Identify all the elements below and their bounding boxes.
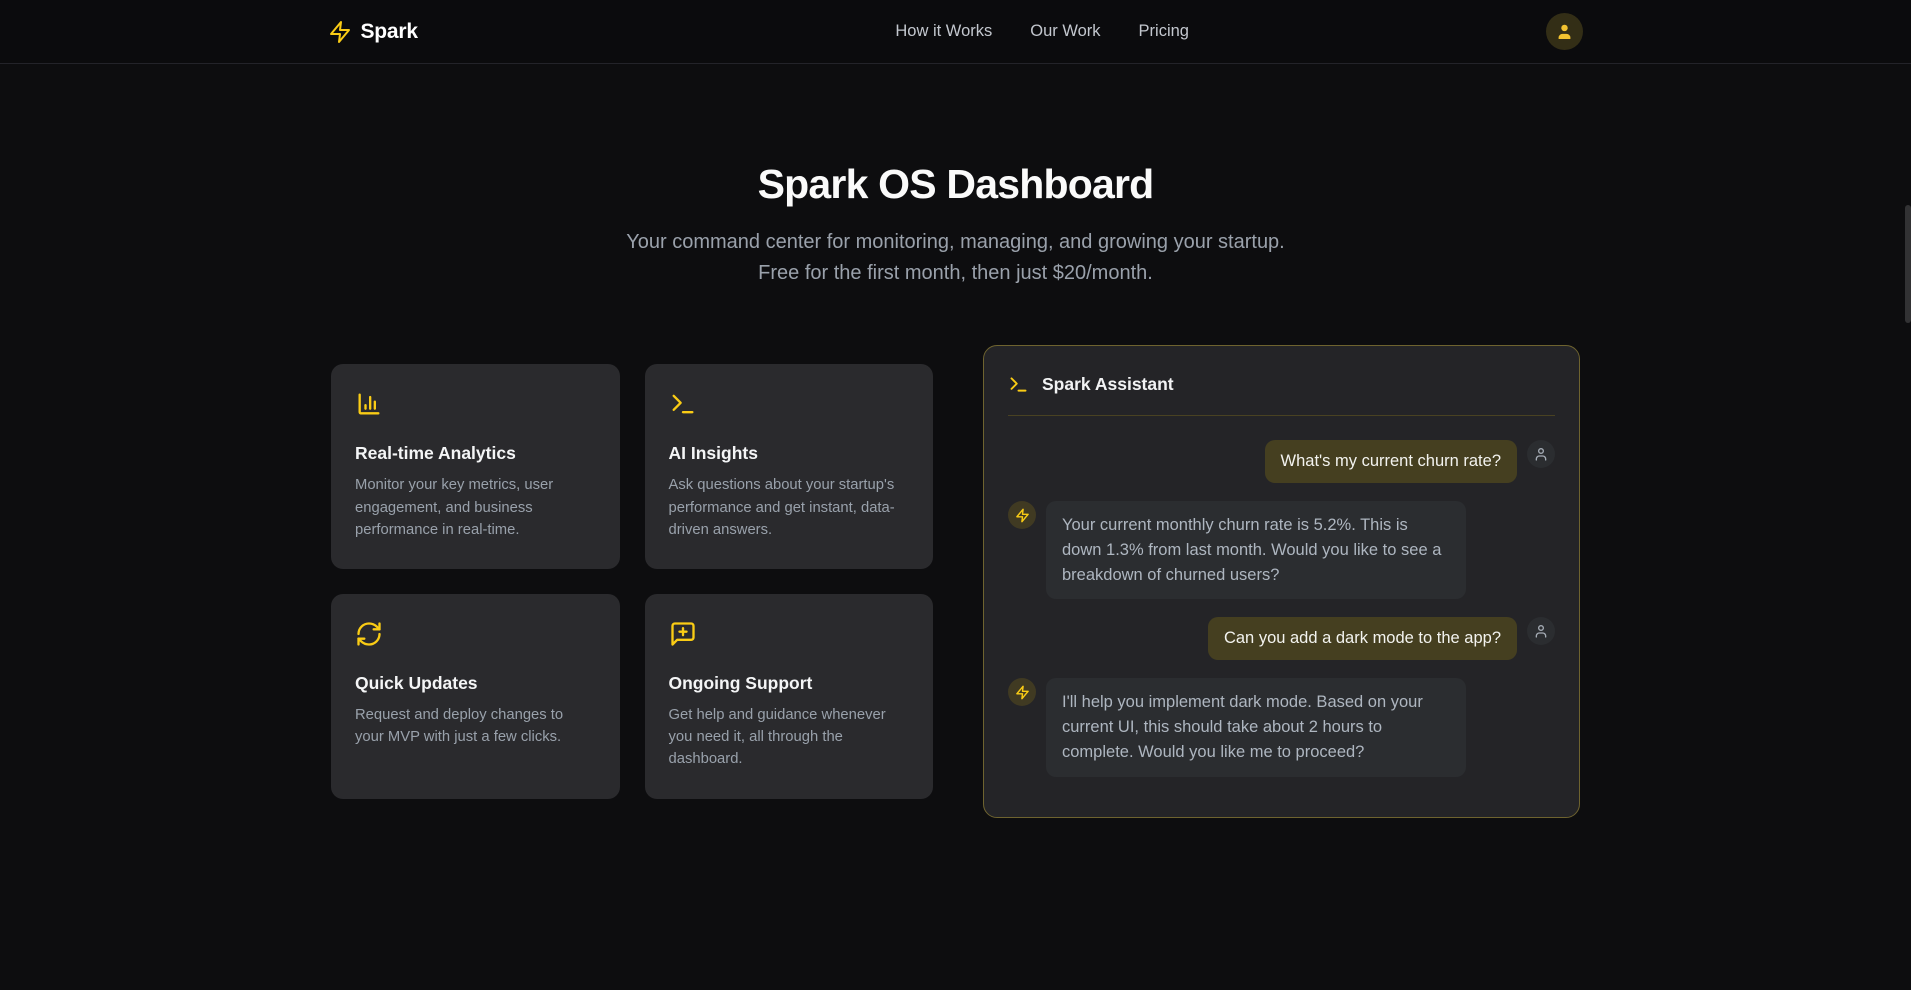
feature-card-quick-updates: Quick Updates Request and deploy changes… — [331, 594, 620, 799]
feature-card-description: Ask questions about your startup's perfo… — [669, 474, 910, 541]
page-subtitle: Your command center for monitoring, mana… — [611, 227, 1301, 289]
assistant-avatar — [1008, 501, 1036, 529]
spark-assistant-panel: Spark Assistant What's my current churn … — [983, 345, 1580, 818]
assistant-message-bubble: I'll help you implement dark mode. Based… — [1046, 678, 1466, 776]
feature-card-title: Ongoing Support — [669, 673, 910, 694]
feature-card-title: Real-time Analytics — [355, 443, 596, 464]
feature-card-ai-insights: AI Insights Ask questions about your sta… — [645, 364, 934, 569]
feature-card-title: Quick Updates — [355, 673, 596, 694]
assistant-message-bubble: Your current monthly churn rate is 5.2%.… — [1046, 501, 1466, 599]
nav-link-pricing[interactable]: Pricing — [1139, 22, 1189, 41]
brand-logo[interactable]: Spark — [328, 20, 418, 44]
feature-card-description: Request and deploy changes to your MVP w… — [355, 704, 596, 748]
assistant-panel-title: Spark Assistant — [1042, 374, 1174, 395]
terminal-icon — [1008, 374, 1029, 395]
chat-message-user: What's my current churn rate? — [1008, 440, 1555, 483]
account-avatar-button[interactable] — [1546, 13, 1583, 50]
brand-name: Spark — [361, 20, 418, 44]
bar-chart-icon — [355, 390, 596, 423]
panel-divider — [1008, 415, 1555, 416]
content-row: Real-time Analytics Monitor your key met… — [331, 345, 1580, 818]
vertical-scrollbar-thumb[interactable] — [1905, 205, 1911, 323]
message-square-plus-icon — [669, 620, 910, 653]
chat-messages: What's my current churn rate? Your curre… — [1008, 440, 1555, 777]
feature-card-real-time-analytics: Real-time Analytics Monitor your key met… — [331, 364, 620, 569]
nav-link-how-it-works[interactable]: How it Works — [895, 22, 992, 41]
feature-card-description: Get help and guidance whenever you need … — [669, 704, 910, 771]
user-icon — [1533, 623, 1549, 639]
user-avatar — [1527, 617, 1555, 645]
features-grid: Real-time Analytics Monitor your key met… — [331, 364, 933, 798]
chat-message-assistant: I'll help you implement dark mode. Based… — [1008, 678, 1555, 776]
feature-card-description: Monitor your key metrics, user engagemen… — [355, 474, 596, 541]
zap-icon — [328, 20, 352, 44]
chat-message-user: Can you add a dark mode to the app? — [1008, 617, 1555, 660]
assistant-panel-header: Spark Assistant — [1008, 374, 1555, 395]
page-title: Spark OS Dashboard — [0, 160, 1911, 209]
feature-card-title: AI Insights — [669, 443, 910, 464]
refresh-icon — [355, 620, 596, 653]
assistant-avatar — [1008, 678, 1036, 706]
top-nav: Spark How it Works Our Work Pricing — [0, 0, 1911, 64]
nav-link-our-work[interactable]: Our Work — [1030, 22, 1100, 41]
user-message-bubble: What's my current churn rate? — [1265, 440, 1517, 483]
terminal-icon — [669, 390, 910, 423]
user-avatar — [1527, 440, 1555, 468]
user-icon — [1555, 22, 1574, 41]
user-icon — [1533, 446, 1549, 462]
chat-message-assistant: Your current monthly churn rate is 5.2%.… — [1008, 501, 1555, 599]
nav-links: How it Works Our Work Pricing — [895, 22, 1189, 41]
hero-section: Spark OS Dashboard Your command center f… — [0, 160, 1911, 289]
zap-icon — [1015, 685, 1030, 700]
feature-card-ongoing-support: Ongoing Support Get help and guidance wh… — [645, 594, 934, 799]
zap-icon — [1015, 508, 1030, 523]
user-message-bubble: Can you add a dark mode to the app? — [1208, 617, 1517, 660]
